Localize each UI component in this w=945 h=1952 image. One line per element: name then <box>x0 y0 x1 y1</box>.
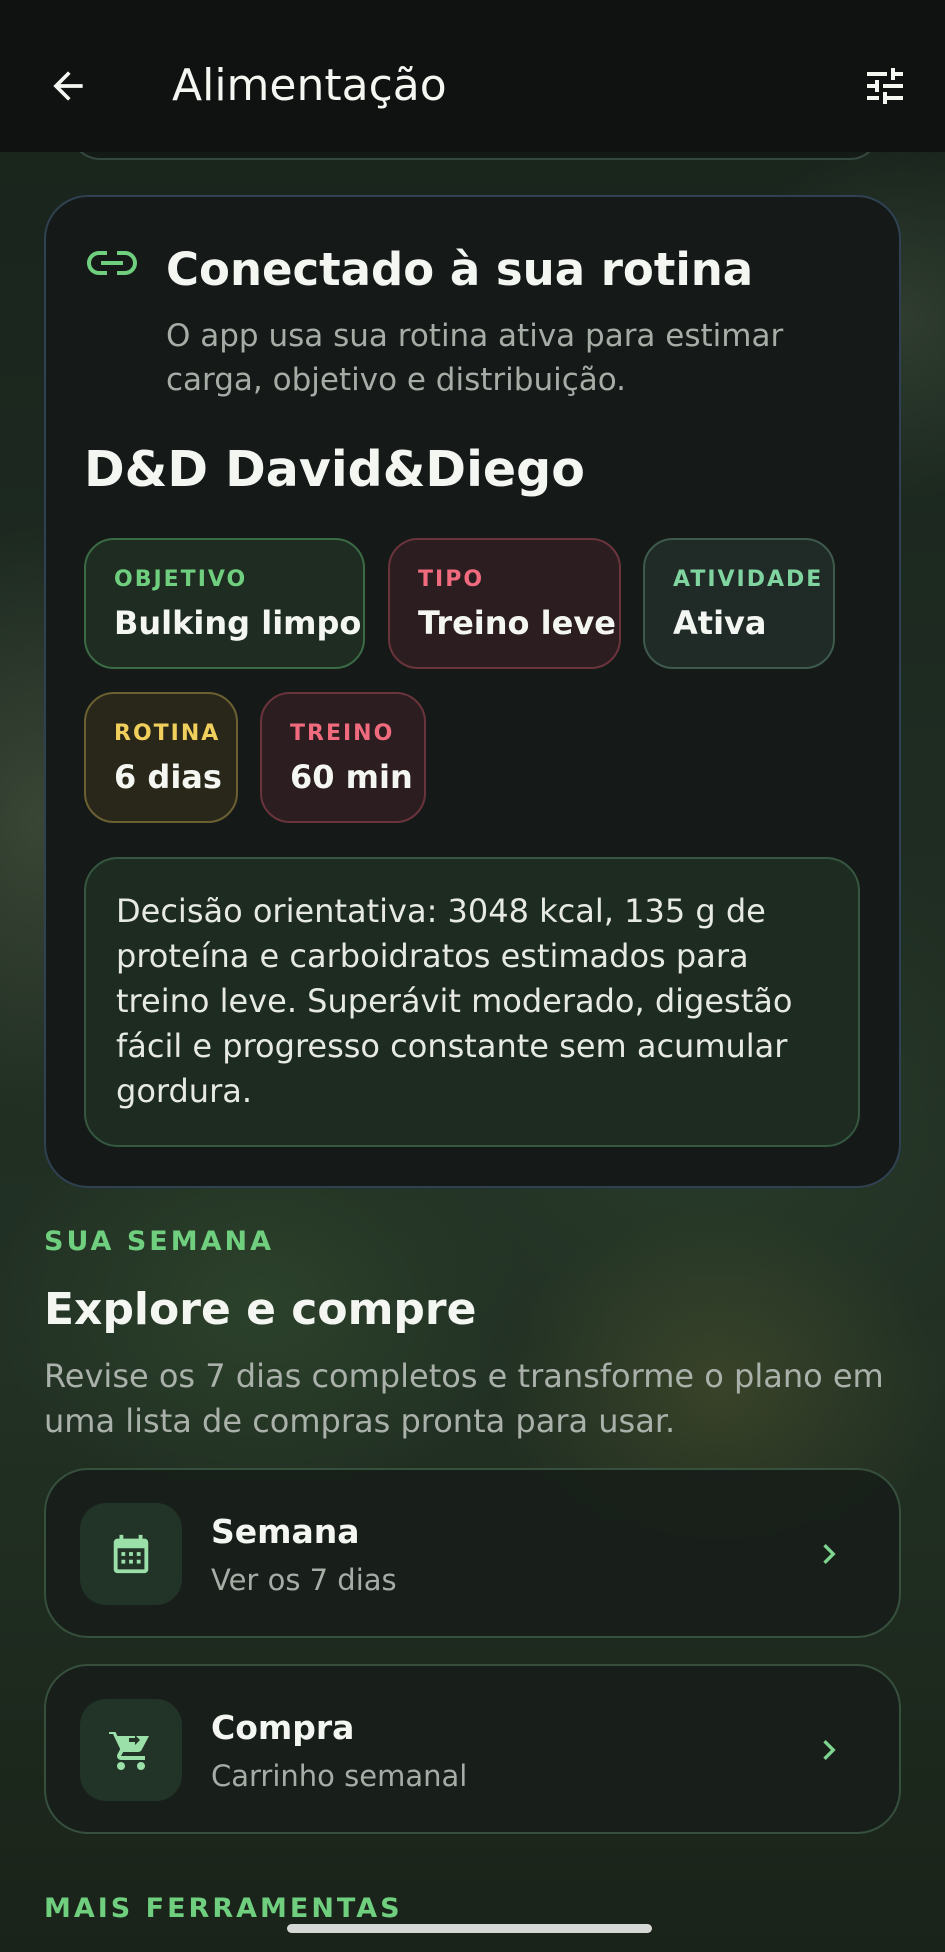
chevron-right-icon <box>823 1740 836 1760</box>
chip-label: ATIVIDADE <box>673 567 824 592</box>
chip-label: TREINO <box>290 721 395 746</box>
calendar-icon-box <box>80 1503 182 1605</box>
page-title: Alimentação <box>172 60 447 111</box>
cart-icon <box>109 1730 149 1770</box>
chip-value: Ativa <box>673 604 767 642</box>
chip-value: Treino leve <box>418 604 616 642</box>
filter-button[interactable] <box>855 56 915 116</box>
chip-value: 60 min <box>290 758 413 796</box>
routine-card-title: Conectado à sua rotina <box>166 243 754 296</box>
chip-label: ROTINA <box>114 721 221 746</box>
more-tools-eyebrow: MAIS FERRAMENTAS <box>44 1893 403 1924</box>
chip-value: Bulking limpo <box>114 604 362 642</box>
routine-name: D&D David&Diego <box>84 441 585 498</box>
chip-rotina: ROTINA 6 dias <box>84 692 238 823</box>
app-bar: Alimentação <box>0 0 945 152</box>
week-section-title: Explore e compre <box>44 1284 477 1335</box>
chip-treino: TREINO 60 min <box>260 692 426 823</box>
routine-card-description: O app usa sua rotina ativa para estimar … <box>166 318 784 398</box>
decision-note: Decisão orientativa: 3048 kcal, 135 g de… <box>84 857 860 1147</box>
chip-value: 6 dias <box>114 758 222 796</box>
back-button[interactable] <box>38 56 98 116</box>
week-section-description: Revise os 7 dias completos e transforme … <box>44 1357 884 1440</box>
chip-label: TIPO <box>418 567 485 592</box>
chip-label: OBJETIVO <box>114 567 248 592</box>
chip-atividade: ATIVIDADE Ativa <box>643 538 835 669</box>
calendar-icon <box>113 1534 149 1574</box>
shopping-button[interactable]: Compra Carrinho semanal <box>44 1664 901 1834</box>
cart-icon-box <box>80 1699 182 1801</box>
home-indicator[interactable] <box>287 1924 652 1933</box>
week-button-subtitle: Ver os 7 dias <box>211 1563 397 1597</box>
link-icon <box>87 251 137 275</box>
week-button-title: Semana <box>211 1512 360 1551</box>
week-button[interactable]: Semana Ver os 7 dias <box>44 1468 901 1638</box>
shopping-button-subtitle: Carrinho semanal <box>211 1759 468 1793</box>
week-section-eyebrow: SUA SEMANA <box>44 1226 274 1257</box>
chip-objetivo: OBJETIVO Bulking limpo <box>84 538 365 669</box>
arrow-left-icon <box>53 71 83 101</box>
shopping-button-title: Compra <box>211 1708 355 1747</box>
chip-tipo: TIPO Treino leve <box>388 538 621 669</box>
tune-sliders-icon <box>867 68 903 104</box>
chevron-right-icon <box>823 1544 836 1564</box>
